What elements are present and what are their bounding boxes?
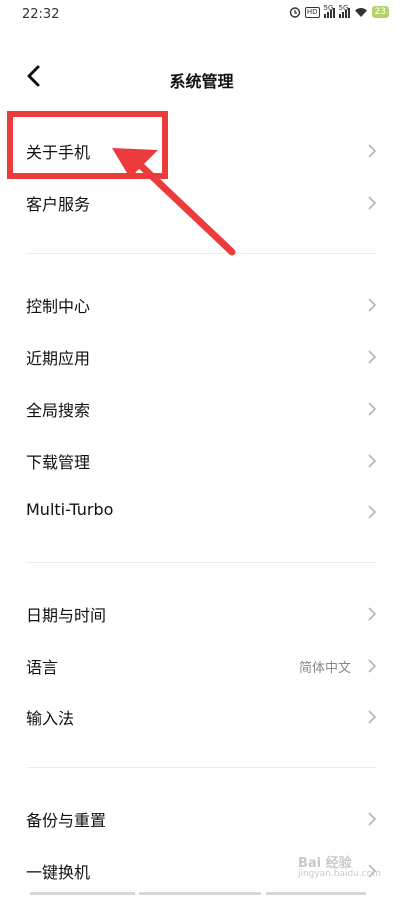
chevron-right-icon — [368, 350, 377, 364]
chevron-right-icon — [368, 812, 377, 826]
hd-icon: HD — [304, 6, 320, 18]
divider — [26, 562, 376, 563]
row-language[interactable]: 语言 简体中文 — [0, 640, 403, 692]
status-time: 22:32 — [22, 7, 60, 22]
row-label: 语言 — [26, 658, 59, 677]
row-label: 下载管理 — [26, 453, 91, 472]
row-control-center[interactable]: 控制中心 — [0, 279, 403, 331]
chevron-right-icon — [368, 454, 377, 468]
row-recent-apps[interactable]: 近期应用 — [0, 331, 403, 383]
row-date-time[interactable]: 日期与时间 — [0, 588, 403, 640]
divider — [26, 253, 376, 254]
wifi-icon — [354, 7, 367, 17]
row-label: 一键换机 — [26, 863, 91, 882]
row-label: 输入法 — [26, 709, 75, 728]
row-customer-service[interactable]: 客户服务 — [0, 177, 403, 229]
watermark-url: jingyan.baidu.com — [297, 869, 381, 879]
chevron-right-icon — [368, 505, 377, 519]
chevron-right-icon — [368, 607, 377, 621]
row-label: 全局搜索 — [26, 401, 91, 420]
chevron-right-icon — [368, 402, 377, 416]
row-multi-turbo[interactable]: Multi-Turbo — [0, 486, 403, 538]
row-input-method[interactable]: 输入法 — [0, 691, 403, 743]
baidu-watermark: Bai 经验 jingyan.baidu.com — [298, 852, 381, 879]
chevron-right-icon — [368, 298, 377, 312]
row-backup-reset[interactable]: 备份与重置 — [0, 793, 403, 845]
page-title: 系统管理 — [169, 72, 234, 91]
row-global-search[interactable]: 全局搜索 — [0, 383, 403, 435]
status-bar: 22:32 HD 5G 5G 23 — [0, 0, 403, 32]
chevron-right-icon — [368, 710, 377, 724]
signal-2-icon: 5G — [338, 3, 350, 18]
title-bar: 系统管理 — [0, 55, 403, 99]
chevron-right-icon — [368, 144, 377, 158]
row-label: 备份与重置 — [26, 811, 107, 830]
divider — [26, 767, 376, 768]
annotation-highlight-box — [7, 111, 168, 179]
row-download-manager[interactable]: 下载管理 — [0, 435, 403, 487]
status-icons: HD 5G 5G 23 — [289, 3, 389, 18]
alarm-icon — [289, 7, 301, 18]
signal-1-label: 5G — [323, 3, 334, 12]
battery-icon: 23 — [371, 6, 389, 18]
row-label: Multi-Turbo — [26, 500, 114, 519]
chevron-right-icon — [368, 196, 377, 210]
signal-2-label: 5G — [338, 3, 349, 12]
row-label: 日期与时间 — [26, 606, 107, 625]
row-label: 近期应用 — [26, 349, 91, 368]
signal-1-icon: 5G — [323, 3, 335, 18]
chevron-right-icon — [368, 659, 377, 673]
bottom-gesture-bar — [0, 891, 403, 895]
row-value: 简体中文 — [298, 661, 351, 676]
row-label: 控制中心 — [26, 297, 91, 316]
row-label: 客户服务 — [26, 195, 91, 214]
